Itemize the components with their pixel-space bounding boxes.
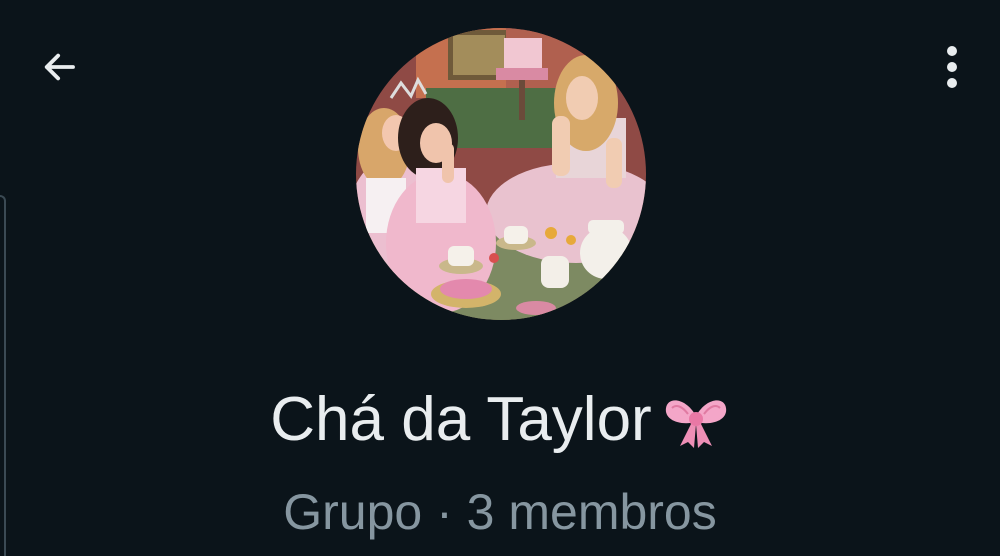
pink-ribbon-bow-icon [662, 392, 730, 450]
more-vertical-icon [945, 45, 959, 94]
group-info-screen: Chá da Taylor Grupo · 3 membros [0, 0, 1000, 556]
group-photo [356, 28, 646, 320]
group-name-text: Chá da Taylor [270, 385, 652, 454]
arrow-left-icon [38, 46, 80, 93]
group-name: Chá da Taylor [0, 385, 1000, 455]
back-button[interactable] [30, 40, 88, 98]
group-subtitle: Grupo · 3 membros [0, 482, 1000, 542]
subtitle-separator: · [422, 484, 467, 540]
group-type: Grupo [283, 484, 423, 540]
group-avatar[interactable] [356, 28, 646, 320]
more-options-button[interactable] [934, 40, 970, 98]
member-count: 3 membros [466, 484, 717, 540]
